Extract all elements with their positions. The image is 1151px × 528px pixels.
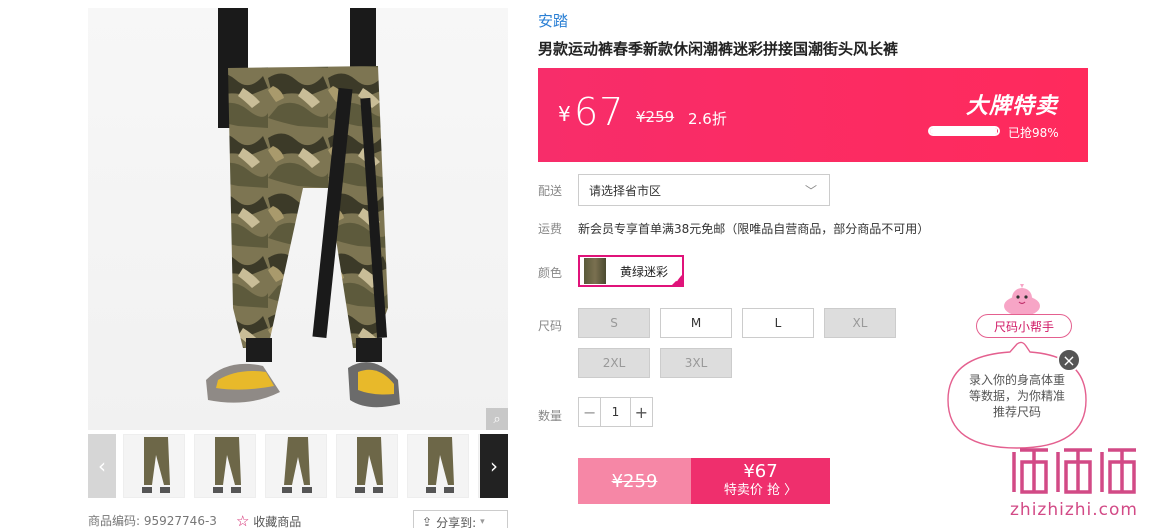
watermark-logo [1012, 448, 1136, 494]
chevron-down-icon: ▾ [480, 517, 485, 527]
helper-mascot-icon [1004, 284, 1040, 316]
region-placeholder: 请选择省市区 [589, 183, 662, 198]
thumbnail-image [337, 435, 397, 497]
sold-progress-fill [930, 128, 997, 134]
size-option-2xl[interactable]: 2XL [578, 348, 650, 378]
share-button[interactable]: ⇪ 分享到: ▾ [413, 510, 508, 528]
thumbnail-3[interactable] [265, 434, 327, 498]
color-label: 颜色 [538, 266, 563, 280]
thumbnail-4[interactable] [336, 434, 398, 498]
sale-price: 67 [574, 90, 625, 134]
currency-symbol: ¥ [558, 102, 571, 126]
minus-button[interactable]: − [579, 398, 600, 426]
thumbnail-1[interactable] [123, 434, 185, 498]
buy-sale-block: ¥67 特卖价 抢 〉 [691, 458, 830, 504]
thumbnail-image [408, 435, 468, 497]
check-icon: ✓ [674, 275, 682, 285]
size-option-l[interactable]: L [742, 308, 814, 338]
close-icon[interactable]: × [1057, 348, 1081, 372]
thumbnail-2[interactable] [194, 434, 256, 498]
thumbnail-image [124, 435, 184, 497]
share-label: 分享到: [436, 515, 477, 528]
thumbnail-strip: ‹ › [88, 434, 508, 498]
original-price: ¥259 [636, 108, 675, 126]
sku-value: 95927746-3 [143, 514, 217, 528]
size-helper-button[interactable]: 尺码小帮手 [976, 314, 1072, 338]
thumbnail-image [195, 435, 255, 497]
favorite-button[interactable]: ☆ 收藏商品 [236, 512, 301, 528]
plus-button[interactable]: + [631, 398, 652, 426]
sold-progress-bar [928, 126, 1000, 136]
delivery-label: 配送 [538, 184, 563, 198]
magnifier-icon[interactable]: ⌕ [486, 408, 508, 430]
chevron-right-icon[interactable]: › [480, 434, 508, 498]
favorite-label: 收藏商品 [253, 515, 302, 528]
color-option-selected[interactable]: 黄绿迷彩 ✓ [578, 255, 684, 287]
buy-action-label: 特卖价 抢 〉 [723, 483, 798, 498]
quantity-label: 数量 [538, 409, 563, 423]
camo-pants-photo [206, 8, 400, 408]
quantity-stepper: − 1 + [578, 397, 653, 427]
sold-percent: 已抢98% [1008, 126, 1059, 140]
size-option-s[interactable]: S [578, 308, 650, 338]
sku-label: 商品编码: [88, 514, 141, 528]
size-option-xl[interactable]: XL [824, 308, 896, 338]
share-icon: ⇪ [422, 515, 433, 528]
buy-button[interactable]: ¥259 ¥67 特卖价 抢 〉 [578, 458, 830, 504]
main-product-image[interactable]: ⌕ [88, 8, 508, 430]
watermark-text: zhizhizhi.com [1010, 500, 1138, 520]
chevron-down-icon: ﹀ [804, 184, 817, 198]
chevron-left-icon[interactable]: ‹ [88, 434, 116, 498]
size-helper-text: 录入你的身高体重等数据，为你精准推荐尺码 [968, 373, 1065, 419]
buy-sale-price: ¥67 [743, 461, 778, 482]
color-swatch [584, 258, 606, 284]
color-name: 黄绿迷彩 [620, 264, 669, 279]
size-option-m[interactable]: M [660, 308, 732, 338]
star-icon: ☆ [236, 512, 250, 528]
price-banner: ¥ 67 ¥259 2.6折 大牌特卖 已抢98% [538, 68, 1088, 162]
freight-text: 新会员专享首单满38元免邮（限唯品自营商品，部分商品不可用） [578, 222, 930, 236]
flash-sale-tag: 大牌特卖 [965, 94, 1058, 119]
brand-link[interactable]: 安踏 [538, 10, 568, 31]
size-option-3xl[interactable]: 3XL [660, 348, 732, 378]
size-label: 尺码 [538, 319, 563, 333]
buy-original-price: ¥259 [578, 458, 691, 504]
freight-label: 运费 [538, 222, 563, 236]
product-title: 男款运动裤春季新款休闲潮裤迷彩拼接国潮街头风长裤 [538, 40, 899, 58]
sku-line: 商品编码: 95927746-3 [88, 512, 217, 528]
thumbnail-5[interactable] [407, 434, 469, 498]
quantity-input[interactable]: 1 [600, 398, 631, 426]
region-select[interactable]: 请选择省市区 ﹀ [578, 174, 830, 206]
discount-label: 2.6折 [688, 110, 727, 128]
thumbnail-image [266, 435, 326, 497]
